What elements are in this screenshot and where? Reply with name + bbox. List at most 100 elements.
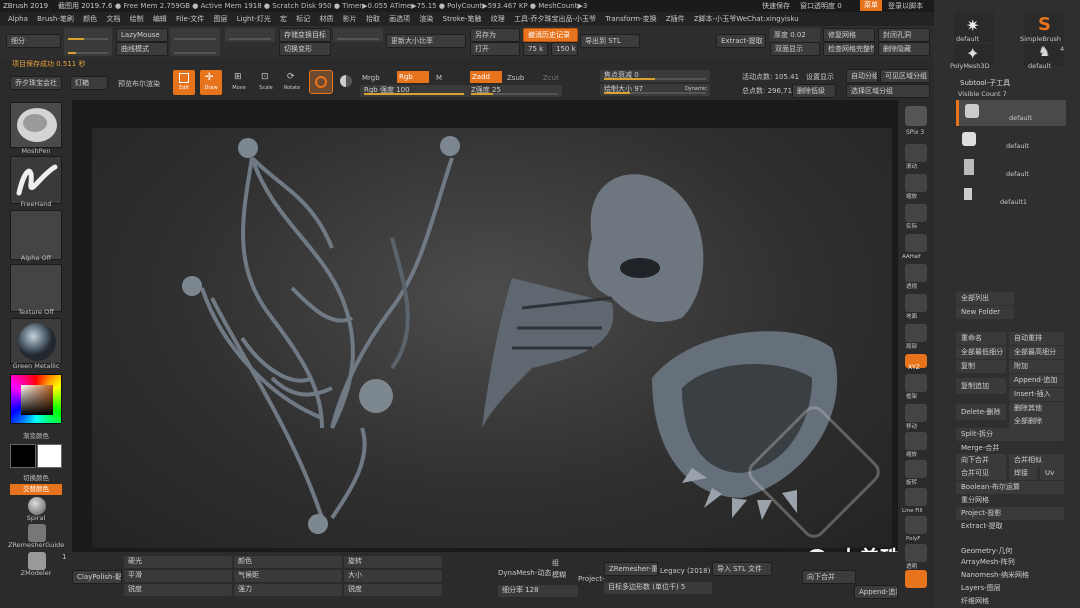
zremesher-button[interactable]: ZRemesher-重新	[604, 562, 658, 576]
xyz-button[interactable]: XYZ	[905, 354, 927, 371]
menu-brush[interactable]: Brush-笔刷	[37, 15, 74, 23]
polish-slider-9[interactable]: 锐度	[344, 584, 442, 596]
lazy-slider[interactable]	[64, 28, 112, 42]
polish-slider-8[interactable]: 大小	[344, 570, 442, 582]
undo-history-button[interactable]: 撤消历史记录	[523, 28, 578, 42]
copy-append-button[interactable]: 复制追加	[956, 378, 1006, 394]
remesh-button[interactable]: 重分网格	[956, 494, 1064, 507]
draw-button[interactable]: ✛ Draw	[200, 70, 222, 95]
extract-subtool-button[interactable]: Extract-提取	[956, 520, 1064, 533]
m-button[interactable]: M	[436, 73, 442, 83]
check-mesh-button[interactable]: 检查网格完整性	[823, 42, 875, 56]
menu-movie[interactable]: 影片	[343, 15, 357, 23]
split-button[interactable]: Split-拆分	[956, 428, 1064, 441]
polyf-button[interactable]	[905, 516, 927, 534]
menu-picker[interactable]: 拾取	[366, 15, 380, 23]
menu-render[interactable]: 渲染	[419, 15, 433, 23]
delete-other-button[interactable]: 删除其他	[1009, 402, 1064, 415]
color-sphere-button[interactable]	[337, 70, 357, 94]
list-all-button[interactable]: 全部列出	[956, 292, 1014, 305]
all-low-button[interactable]: 全部最低细分	[956, 346, 1006, 359]
menu-layer[interactable]: 图层	[214, 15, 228, 23]
boolean-button[interactable]: Boolean-布尔运算	[956, 481, 1064, 494]
delete-all-button[interactable]: 全部删除	[1009, 415, 1064, 428]
login-button[interactable]: 登录以脚本	[888, 1, 923, 11]
rotate-view-button[interactable]	[905, 460, 927, 478]
scroll-button[interactable]	[905, 144, 927, 162]
subtool-item-3[interactable]: default	[956, 156, 1066, 182]
menu-zplugin[interactable]: Z插件	[666, 15, 685, 23]
target-polycount-slider[interactable]: 目标多边形数 (单位千) 5	[604, 582, 712, 594]
transparency-slider[interactable]: 窗口透明度 0	[800, 1, 842, 11]
rgb-intensity-slider[interactable]: Rgb 强度 100	[360, 85, 468, 97]
menu-button[interactable]: 菜单	[860, 0, 882, 11]
lazy-slider-2[interactable]	[64, 42, 112, 56]
duplicate-button[interactable]: 复制	[956, 360, 1006, 373]
morph-slider-2[interactable]	[333, 28, 383, 42]
floor-button[interactable]	[905, 294, 927, 312]
polish-slider-5[interactable]: 气候距	[234, 570, 342, 582]
preview-boolean-button[interactable]: 预览布尔渲染	[118, 79, 160, 89]
layers-button[interactable]: Layers-图层	[956, 582, 1064, 595]
size-75-button[interactable]: 75 k	[523, 42, 548, 56]
menu-material[interactable]: 材质	[319, 15, 333, 23]
brush-mospen-thumb[interactable]	[10, 102, 62, 148]
transparent-button[interactable]	[905, 544, 927, 562]
visible-groups-button[interactable]: 可见区域分组	[880, 69, 930, 83]
secondary-color-swatch[interactable]	[37, 444, 62, 468]
zoom-button[interactable]	[905, 174, 927, 192]
append-bottom-button[interactable]: Append-追加	[854, 585, 898, 599]
menu-texture[interactable]: 纹理	[491, 15, 505, 23]
alpha-thumb[interactable]	[10, 210, 62, 260]
menu-draw[interactable]: 绘制	[130, 15, 144, 23]
menu-color[interactable]: 颜色	[83, 15, 97, 23]
delete-hidden-button[interactable]: 删除隐藏	[878, 42, 930, 56]
menu-transform[interactable]: Transform-变换	[605, 15, 656, 23]
rename-button[interactable]: 重命名	[956, 332, 1006, 345]
menu-macro[interactable]: 宏	[280, 15, 287, 23]
lazymouse-button[interactable]: LazyMouse	[116, 28, 168, 42]
stroke-freehand-thumb[interactable]	[10, 156, 62, 204]
material-sphere-button[interactable]	[309, 70, 333, 94]
uv-button[interactable]: Uv	[1040, 467, 1064, 480]
auto-reorder-button[interactable]: 自动重排	[1009, 332, 1064, 345]
zmodeler-thumb[interactable]	[28, 552, 46, 570]
jewel-button[interactable]: 乔夕珠宝会社	[10, 76, 62, 90]
lightbox-button[interactable]: 灯箱	[70, 76, 108, 90]
subtool-item-1[interactable]: default	[956, 100, 1066, 126]
zremesher-guide-thumb[interactable]	[28, 524, 46, 542]
curve-slider-2[interactable]	[170, 42, 220, 56]
curve-slider[interactable]	[170, 28, 220, 42]
mrgb-button[interactable]: Mrgb	[362, 73, 380, 83]
size-150-button[interactable]: 150 k	[551, 42, 578, 56]
zsub-button[interactable]: Zsub	[507, 73, 524, 83]
append-button[interactable]: Append-追加	[1009, 374, 1064, 387]
color-square[interactable]	[21, 385, 53, 415]
focal-shift-slider[interactable]: 焦点衰减 0	[600, 70, 710, 82]
scale-view-button[interactable]	[905, 432, 927, 450]
delete-lower-button[interactable]: 删除低级	[792, 84, 836, 98]
mirror-button[interactable]: 附加	[1009, 360, 1064, 373]
rgb-button[interactable]: Rgb	[397, 71, 429, 83]
arraymesh-button[interactable]: ArrayMesh-阵列	[956, 556, 1064, 569]
zcut-button[interactable]: Zcut	[543, 73, 559, 83]
export-stl-button[interactable]: 导出到 STL	[580, 34, 640, 48]
insert-button[interactable]: Insert-插入	[1009, 388, 1064, 401]
morph-slider[interactable]	[225, 28, 275, 42]
legacy-toggle[interactable]: Legacy (2018)	[660, 566, 710, 576]
bpr-button[interactable]	[905, 106, 927, 126]
menu-file[interactable]: File-文件	[176, 15, 204, 23]
menu-marker[interactable]: 标记	[296, 15, 310, 23]
quicksave-button[interactable]: 快速保存	[762, 1, 790, 11]
all-high-button[interactable]: 全部最高细分	[1009, 346, 1064, 359]
blur-toggle[interactable]: 模糊	[552, 570, 566, 580]
menu-document[interactable]: 文档	[106, 15, 120, 23]
open-button[interactable]: 打开	[470, 42, 520, 56]
polish-slider-1[interactable]: 硬光	[124, 556, 232, 568]
scale-button[interactable]: ⊡ Scale	[255, 70, 277, 95]
project-toggle[interactable]: Project-	[578, 574, 604, 584]
polish-slider-6[interactable]: 强力	[234, 584, 342, 596]
new-folder-button[interactable]: New Folder	[956, 306, 1014, 319]
spiral-thumb[interactable]	[28, 497, 46, 515]
claypolish-button[interactable]: ClayPolish-黏土	[72, 570, 122, 584]
